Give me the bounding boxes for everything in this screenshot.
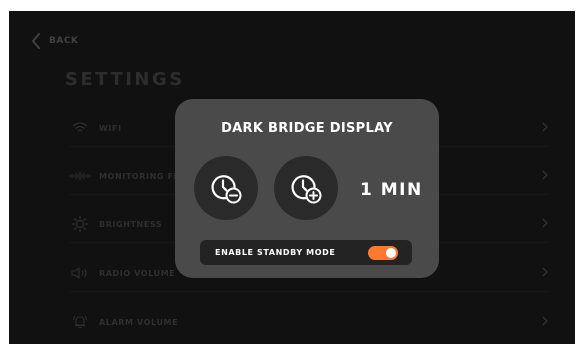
clock-minus-icon (211, 175, 242, 204)
settings-screen: BACK SETTINGS WIFI MONITORING FR BRIGHTN… (9, 11, 575, 344)
standby-mode-row[interactable]: ENABLE STANDBY MODE (200, 240, 412, 265)
clock-plus-icon (291, 175, 322, 204)
dialog-title: DARK BRIDGE DISPLAY (221, 121, 393, 136)
standby-toggle[interactable] (368, 246, 398, 260)
toggle-knob (386, 248, 396, 258)
increase-timer-button[interactable] (274, 156, 338, 220)
standby-mode-label: ENABLE STANDBY MODE (215, 248, 336, 257)
timer-value: 1 MIN (360, 180, 423, 200)
decrease-timer-button[interactable] (194, 156, 258, 220)
standby-dialog: DARK BRIDGE DISPLAY 1 MIN ENABLE STANDBY… (175, 99, 439, 278)
